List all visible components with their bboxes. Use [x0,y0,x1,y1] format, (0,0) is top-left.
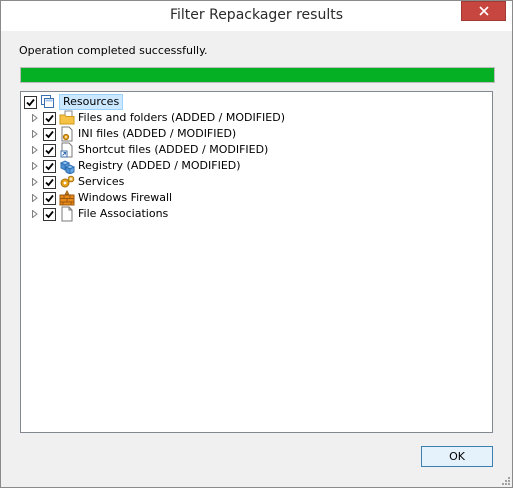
checkmark-icon [45,194,54,202]
tree-item-file-associations[interactable]: File Associations [30,206,168,222]
close-button[interactable] [461,1,506,21]
tree-checkbox[interactable] [43,191,56,205]
tree-checkbox[interactable] [43,111,56,125]
progress-fill [21,68,494,82]
dialog-client: Operation completed successfully. Resour… [8,31,505,480]
tree-item-windows-firewall[interactable]: Windows Firewall [30,190,172,206]
expand-arrow-icon[interactable] [30,110,40,126]
tree-checkbox[interactable] [43,175,56,189]
expand-arrow-icon[interactable] [30,206,40,222]
expand-arrow-icon[interactable] [30,158,40,174]
tree-item-files-folders[interactable]: Files and folders (ADDED / MODIFIED) [30,110,285,126]
tree-item-services[interactable]: Services [30,174,124,190]
resources-tree[interactable]: Resources Files and folders (ADDED / MOD… [20,91,493,433]
expand-arrow-icon[interactable] [30,126,40,142]
tree-checkbox[interactable] [43,159,56,173]
title-bar[interactable]: Filter Repackager results [1,1,512,31]
folder-icon [59,110,75,125]
window-title: Filter Repackager results [169,7,344,23]
expand-arrow-icon[interactable] [30,174,40,190]
tree-checkbox[interactable] [24,95,37,109]
tree-item-ini-files[interactable]: INI files (ADDED / MODIFIED) [30,126,236,142]
expand-arrow-icon[interactable] [30,142,40,158]
tree-item-label[interactable]: Services [78,174,124,190]
checkmark-icon [45,210,54,218]
dialog-window: Filter Repackager results Operation comp… [0,0,513,488]
tree-item-label[interactable]: Registry (ADDED / MODIFIED) [78,158,241,174]
checkmark-icon [26,98,35,106]
tree-item-label[interactable]: Files and folders (ADDED / MODIFIED) [78,110,285,126]
progress-bar [20,67,495,83]
shortcut-file-icon [60,142,73,158]
file-association-icon [61,206,73,222]
checkmark-icon [45,130,54,138]
resources-icon [41,95,54,108]
registry-icon [59,160,75,174]
close-icon [478,6,489,16]
expand-arrow-icon[interactable] [30,190,40,206]
checkmark-icon [45,146,54,154]
checkmark-icon [45,114,54,122]
tree-checkbox[interactable] [43,127,56,141]
resize-grip-icon[interactable] [501,476,511,486]
tree-item-shortcut-files[interactable]: Shortcut files (ADDED / MODIFIED) [30,142,268,158]
checkmark-icon [45,162,54,170]
tree-item-label[interactable]: File Associations [78,206,168,222]
ini-file-icon [61,126,73,142]
ok-button[interactable]: OK [421,446,493,467]
tree-item-label[interactable]: Shortcut files (ADDED / MODIFIED) [78,142,268,158]
tree-checkbox[interactable] [43,207,56,221]
status-message: Operation completed successfully. [19,44,208,57]
tree-item-label[interactable]: INI files (ADDED / MODIFIED) [78,126,236,142]
checkmark-icon [45,178,54,186]
firewall-icon [59,190,75,206]
tree-root-label[interactable]: Resources [59,94,124,110]
services-icon [60,175,75,188]
tree-item-registry[interactable]: Registry (ADDED / MODIFIED) [30,158,241,174]
tree-checkbox[interactable] [43,143,56,157]
tree-root-row[interactable]: Resources [24,94,124,110]
tree-item-label[interactable]: Windows Firewall [78,190,172,206]
